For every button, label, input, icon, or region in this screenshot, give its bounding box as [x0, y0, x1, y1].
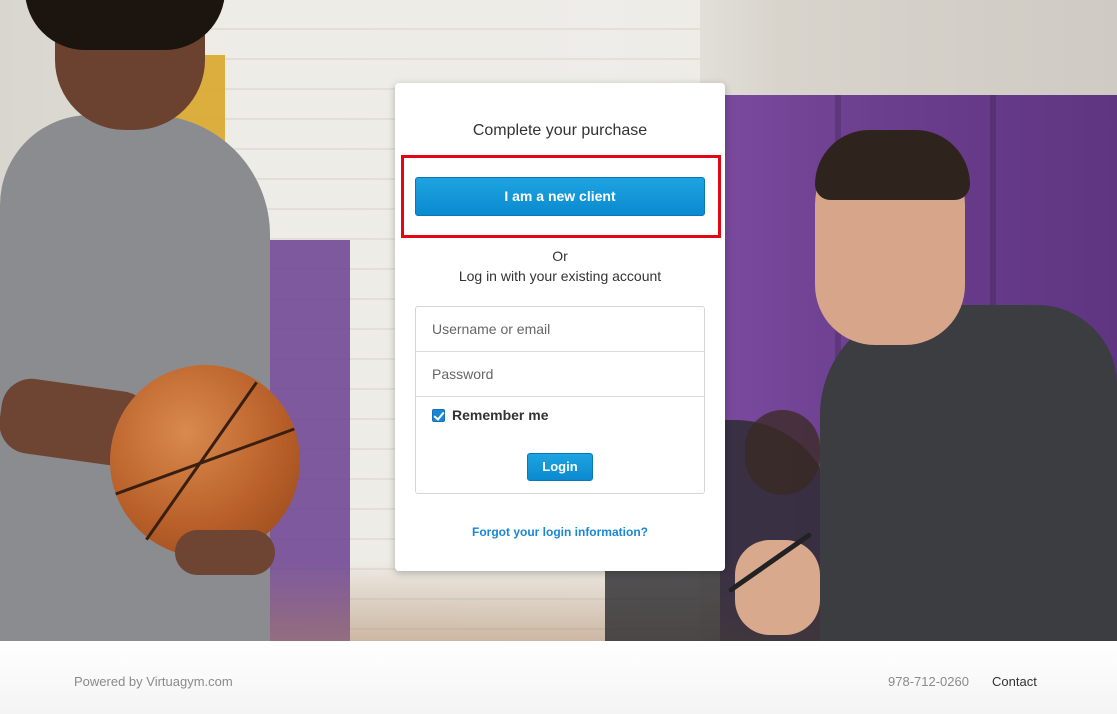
- basketball: [110, 365, 300, 557]
- password-input[interactable]: [416, 352, 704, 397]
- coach: [727, 130, 1117, 641]
- phone-number: 978-712-0260: [888, 674, 969, 689]
- powered-by-text: Powered by Virtuagym.com: [74, 674, 233, 689]
- login-form: Remember me Login: [415, 306, 705, 494]
- or-separator: Or: [552, 248, 568, 264]
- remember-me-label: Remember me: [452, 407, 549, 423]
- purchase-card: Complete your purchase I am a new client…: [395, 83, 725, 571]
- remember-me-checkbox[interactable]: [432, 408, 445, 422]
- contact-link[interactable]: Contact: [992, 674, 1037, 689]
- forgot-login-link[interactable]: Forgot your login information?: [395, 525, 725, 539]
- card-title: Complete your purchase: [472, 122, 648, 139]
- remember-me[interactable]: Remember me: [432, 407, 549, 423]
- login-button[interactable]: Login: [527, 453, 593, 481]
- login-subtitle: Log in with your existing account: [458, 268, 662, 284]
- username-input[interactable]: [416, 307, 704, 352]
- footer: Powered by Virtuagym.com 978-712-0260 Co…: [0, 641, 1117, 714]
- new-client-button[interactable]: I am a new client: [415, 177, 705, 216]
